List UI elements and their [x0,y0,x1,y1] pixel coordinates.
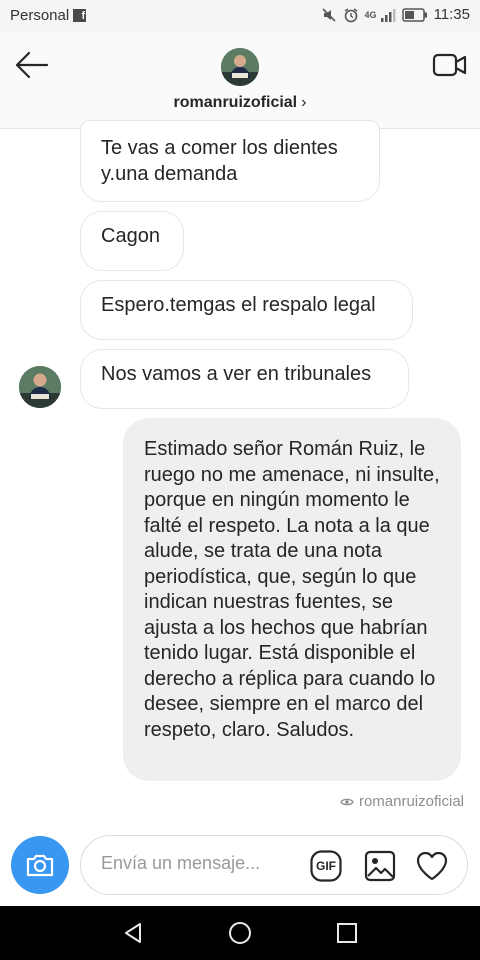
gallery-button[interactable] [364,850,396,882]
carrier-label: Personal [10,7,70,24]
eye-icon [340,798,354,805]
mute-icon [321,7,337,23]
arrow-left-icon [15,51,49,79]
gif-label: GIF [316,859,336,873]
status-left: Personal f [10,7,87,24]
profile-avatar[interactable] [221,48,259,86]
conversation-username[interactable]: romanruizoficial › [0,94,480,112]
facebook-notification-icon: f [73,9,87,22]
conversation-header: romanruizoficial › [0,32,480,129]
status-right: 4G 11:35 [321,6,470,23]
nav-home-button[interactable] [226,919,254,947]
square-recents-icon [337,923,357,943]
alarm-icon [343,7,359,23]
username-label[interactable]: romanruizoficial [174,94,298,111]
like-button[interactable] [415,850,449,882]
status-bar: Personal f 4G 11:35 [0,0,480,32]
circle-home-icon [229,922,251,944]
incoming-message[interactable]: Espero.temgas el respalo legal [80,280,413,340]
sender-avatar[interactable] [19,366,61,408]
camera-icon [26,854,54,877]
chevron-right-icon: › [301,94,307,111]
incoming-message[interactable]: Nos vamos a ver en tribunales [80,349,409,409]
message-composer: GIF [0,826,480,906]
message-field: GIF [80,835,468,895]
nav-recents-button[interactable] [333,919,361,947]
battery-icon [401,7,428,22]
nav-back-button[interactable] [120,919,148,947]
triangle-back-icon [125,923,141,943]
android-nav-bar [0,906,480,960]
message-input[interactable] [101,853,301,874]
video-call-button[interactable] [432,50,468,80]
heart-icon [416,851,448,881]
gif-button[interactable]: GIF [310,850,342,882]
incoming-message[interactable]: Te vas a comer los dientes y.una demanda [80,120,380,202]
video-camera-icon [432,53,467,77]
camera-button[interactable] [11,836,69,894]
seen-indicator: romanruizoficial [340,793,464,810]
image-icon [364,850,396,882]
seen-by-label: romanruizoficial [358,793,464,810]
clock-time: 11:35 [433,6,470,23]
incoming-message[interactable]: Cagon [80,211,184,271]
outgoing-message[interactable]: Estimado señor Román Ruiz, le ruego no m… [123,418,461,781]
network-label: 4G [364,9,377,20]
back-button[interactable] [14,50,50,80]
signal-icon [380,8,396,22]
